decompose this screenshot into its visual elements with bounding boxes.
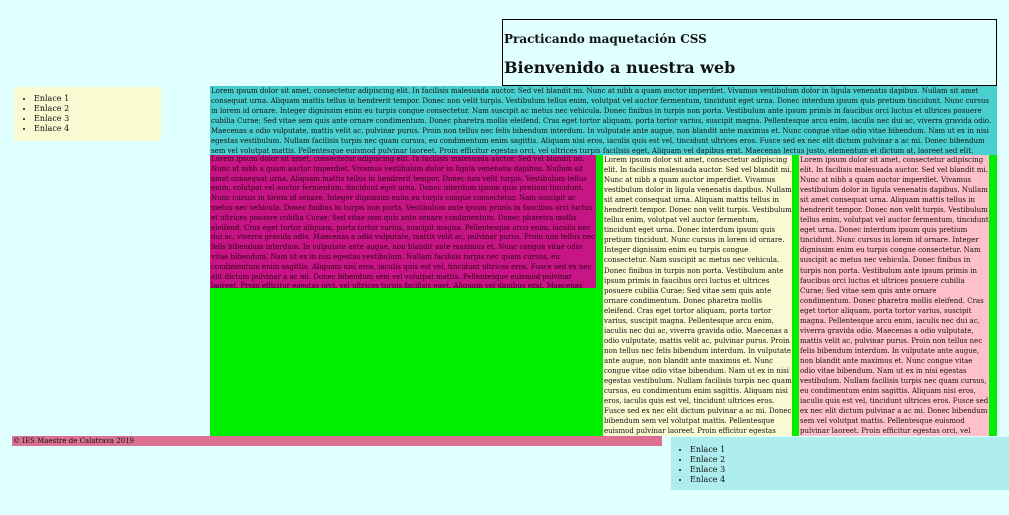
nav-right-list: Enlace 1 Enlace 2 Enlace 3 Enlace 4	[671, 437, 1009, 485]
nav-left-item-1[interactable]: Enlace 1	[34, 94, 161, 104]
column-pink: Lorem ipsum dolor sit amet, consectetur …	[799, 155, 989, 436]
nav-right-item-3[interactable]: Enlace 3	[690, 465, 1009, 475]
page-subtitle: Practicando maquetación CSS	[504, 32, 707, 46]
nav-left-list: Enlace 1 Enlace 2 Enlace 3 Enlace 4	[14, 87, 161, 134]
column-magenta: Lorem ipsum dolor sit amet, consectetur …	[210, 155, 596, 288]
nav-right-item-1[interactable]: Enlace 1	[690, 445, 1009, 455]
nav-left: Enlace 1 Enlace 2 Enlace 3 Enlace 4	[14, 87, 161, 141]
page-title: Bienvenido a nuestra web	[504, 58, 736, 77]
page-header: Practicando maquetación CSS Bienvenido a…	[502, 19, 997, 86]
column-yellow: Lorem ipsum dolor sit amet, consectetur …	[603, 155, 792, 436]
nav-right: Enlace 1 Enlace 2 Enlace 3 Enlace 4	[671, 437, 1009, 490]
page-footer: © IES Maestre de Calatrava 2019	[12, 436, 662, 446]
nav-right-item-4[interactable]: Enlace 4	[690, 475, 1009, 485]
nav-left-item-3[interactable]: Enlace 3	[34, 114, 161, 124]
nav-left-item-2[interactable]: Enlace 2	[34, 104, 161, 114]
nav-left-item-4[interactable]: Enlace 4	[34, 124, 161, 134]
nav-right-item-2[interactable]: Enlace 2	[690, 455, 1009, 465]
intro-section: Lorem ipsum dolor sit amet, consectetur …	[210, 86, 997, 155]
